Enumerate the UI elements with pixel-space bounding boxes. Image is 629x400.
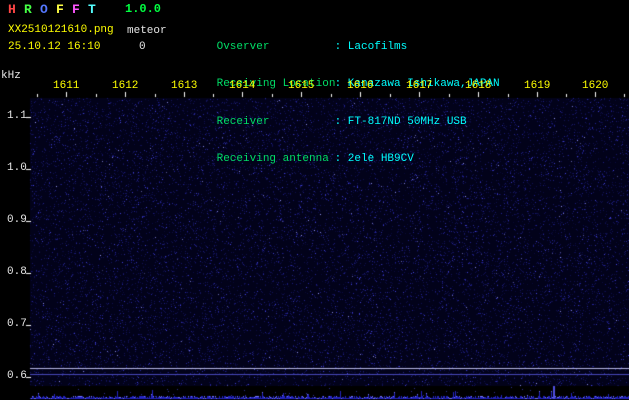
x-tick-label: 1611	[53, 80, 80, 92]
x-tick-label: 1614	[229, 80, 256, 92]
x-tick-label: 1613	[171, 80, 198, 92]
x-tick-label: 1612	[112, 80, 139, 92]
info-label: Receiving antenna	[216, 152, 329, 165]
info-row-location: Receiving Location: Kanazawa Ishikawa,JA…	[177, 66, 500, 90]
app-title-letter: T	[88, 2, 96, 17]
mode-label: meteor	[127, 25, 167, 37]
y-axis-unit: kHz	[1, 70, 21, 82]
app-title: H R O F F T 1.0.0	[8, 2, 162, 17]
y-tick-label: 1.1	[7, 110, 27, 122]
y-tick-label: 0.9	[7, 214, 27, 226]
hrofft-window: H R O F F T 1.0.0 XX2510121610.png meteo…	[0, 0, 629, 400]
datetime-label: 25.10.12 16:10	[8, 41, 101, 53]
app-title-letter: R	[24, 2, 32, 17]
app-title-letter: O	[40, 2, 48, 17]
app-title-letter: F	[56, 2, 64, 17]
info-value: : Lacofilms	[334, 41, 408, 54]
x-tick-label: 1620	[582, 80, 609, 92]
x-tick-label: 1617	[406, 80, 433, 92]
info-label: Ovserver	[216, 41, 270, 54]
y-tick-label: 0.8	[7, 266, 27, 278]
y-tick-label: 1.0	[7, 162, 27, 174]
observer-info-block: Ovserver : Lacofilms Receiving Location: …	[177, 4, 500, 178]
info-value: : 2ele HB9CV	[334, 152, 414, 165]
info-value: : FT-817ND 50MHz USB	[334, 115, 467, 128]
y-tick-label: 0.6	[7, 370, 27, 382]
output-filename: XX2510121610.png	[8, 24, 114, 36]
info-row-observer: Ovserver : Lacofilms	[177, 29, 500, 53]
info-row-antenna: Receiving antenna : 2ele HB9CV	[177, 140, 500, 165]
x-tick-label: 1619	[524, 80, 551, 92]
x-tick-label: 1616	[347, 80, 374, 92]
x-tick-label: 1615	[288, 80, 315, 92]
y-tick-label: 0.7	[7, 318, 27, 330]
meteor-count: 0	[139, 41, 146, 53]
x-tick-label: 1618	[465, 80, 492, 92]
info-label: Receiver	[216, 115, 270, 128]
app-version: 1.0.0	[125, 2, 162, 16]
app-title-letter: H	[8, 2, 16, 17]
info-row-receiver: Receiver : FT-817ND 50MHz USB	[177, 103, 500, 128]
app-title-letter: F	[72, 2, 80, 17]
